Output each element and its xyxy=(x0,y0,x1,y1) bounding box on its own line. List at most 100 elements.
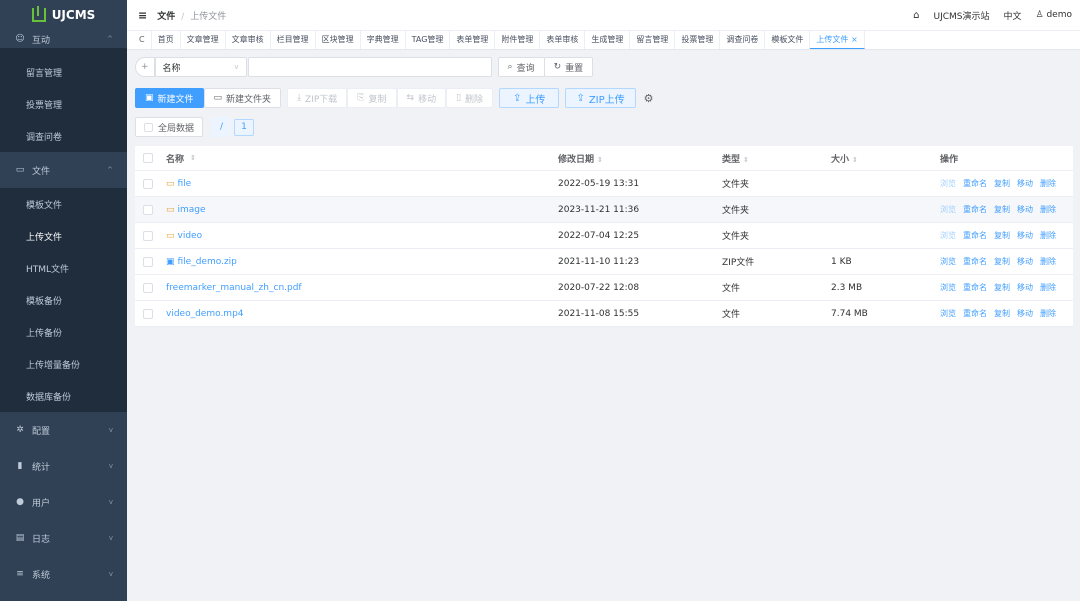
row-action[interactable]: 移动 xyxy=(1017,256,1033,267)
row-checkbox[interactable] xyxy=(143,282,153,293)
row-action[interactable]: 浏览 xyxy=(940,282,956,293)
row-checkbox[interactable] xyxy=(143,256,153,267)
row-action[interactable]: 重命名 xyxy=(963,282,987,293)
menu-group-file[interactable]: ▭ 文件 ^ xyxy=(0,152,127,188)
tab-form[interactable]: 表单管理 xyxy=(450,31,496,49)
search-input[interactable] xyxy=(247,57,492,77)
row-action[interactable]: 移动 xyxy=(1017,308,1033,319)
tab-attachment[interactable]: 附件管理 xyxy=(495,31,541,49)
sort-icon[interactable]: ⇕ xyxy=(597,156,603,164)
row-action[interactable]: 移动 xyxy=(1017,282,1033,293)
row-action[interactable]: 重命名 xyxy=(963,230,987,241)
hamburger-icon[interactable]: ≡ xyxy=(138,9,147,22)
breadcrumb-item[interactable]: 文件 xyxy=(157,12,175,22)
sidebar-item-survey[interactable]: 调查问卷 xyxy=(0,120,127,152)
path-page[interactable]: 1 xyxy=(234,118,254,136)
user-menu[interactable]: ♙ demo xyxy=(1036,10,1072,20)
row-action[interactable]: 删除 xyxy=(1040,256,1056,267)
sort-icon[interactable]: ⇕ xyxy=(852,156,858,164)
delete-button[interactable]: ▯ 删除 xyxy=(446,88,494,108)
site-link[interactable]: UJCMS演示站 xyxy=(933,9,989,22)
move-button[interactable]: ⇆ 移动 xyxy=(396,88,447,108)
row-action[interactable]: 浏览 xyxy=(940,178,956,189)
row-action[interactable]: 复制 xyxy=(994,308,1010,319)
copy-button[interactable]: ⎘ 复制 xyxy=(347,88,397,108)
file-name-cell[interactable]: ▭ video xyxy=(166,231,558,241)
close-icon[interactable]: × xyxy=(851,35,858,44)
file-name-cell[interactable]: video_demo.mp4 xyxy=(166,309,558,319)
sort-icon[interactable]: ⇕ xyxy=(190,154,196,162)
query-button[interactable]: ⌕ 查询 xyxy=(497,57,545,77)
tab-article-review[interactable]: 文章审核 xyxy=(226,31,271,49)
row-action[interactable]: 移动 xyxy=(1017,204,1033,215)
row-action[interactable]: 删除 xyxy=(1040,308,1056,319)
sidebar-item-vote[interactable]: 投票管理 xyxy=(0,88,127,120)
home-icon[interactable]: ⌂ xyxy=(913,10,919,21)
row-action[interactable]: 浏览 xyxy=(940,308,956,319)
upload-button[interactable]: ⇪ 上传 xyxy=(499,88,560,108)
menu-group-config[interactable]: ✲ 配置 v xyxy=(0,412,127,448)
row-checkbox[interactable] xyxy=(143,204,153,215)
file-name-cell[interactable]: ▭ image xyxy=(166,205,558,215)
sort-icon[interactable]: ⇕ xyxy=(743,156,749,164)
row-action[interactable]: 重命名 xyxy=(963,256,987,267)
file-name-cell[interactable]: ▣ file_demo.zip xyxy=(166,257,558,267)
row-checkbox[interactable] xyxy=(143,308,153,319)
new-file-button[interactable]: ▣ 新建文件 xyxy=(135,88,204,108)
menu-group-stats[interactable]: ▮ 统计 v xyxy=(0,448,127,484)
table-row[interactable]: ▣ file_demo.zip 2021-11-10 11:23 ZIP文件 1 KB 浏… xyxy=(135,249,1073,275)
row-action[interactable]: 浏览 xyxy=(940,230,956,241)
add-condition-button[interactable]: + xyxy=(135,57,155,77)
tab-channel[interactable]: 栏目管理 xyxy=(271,31,316,49)
row-action[interactable]: 删除 xyxy=(1040,282,1056,293)
tab-message[interactable]: 留言管理 xyxy=(630,31,676,49)
row-action[interactable]: 重命名 xyxy=(963,178,987,189)
tab-generate[interactable]: 生成管理 xyxy=(585,31,631,49)
sidebar-item-upload-file[interactable]: 上传文件 xyxy=(0,220,127,252)
tab-home[interactable]: 首页 xyxy=(152,31,181,49)
tab-survey[interactable]: 调查问卷 xyxy=(720,31,766,49)
path-root[interactable]: / xyxy=(211,117,233,137)
row-action[interactable]: 复制 xyxy=(994,256,1010,267)
col-size[interactable]: 大小 ⇕ xyxy=(831,152,940,165)
row-action[interactable]: 移动 xyxy=(1017,230,1033,241)
tab-block[interactable]: 区块管理 xyxy=(316,31,361,49)
zip-upload-button[interactable]: ⇪ ZIP上传 xyxy=(565,88,636,108)
menu-group-interact[interactable]: ☺ 互动 ^ xyxy=(0,30,127,48)
row-action[interactable]: 复制 xyxy=(994,230,1010,241)
reset-button[interactable]: ↻ 重置 xyxy=(543,57,594,77)
field-select[interactable]: 名称 v xyxy=(154,57,247,77)
row-action[interactable]: 重命名 xyxy=(963,204,987,215)
row-action[interactable]: 复制 xyxy=(994,204,1010,215)
sidebar-item-db-backup[interactable]: 数据库备份 xyxy=(0,380,127,412)
new-folder-button[interactable]: ▭ 新建文件夹 xyxy=(203,88,282,108)
select-all-checkbox[interactable] xyxy=(143,153,153,163)
menu-group-user[interactable]: ● 用户 v xyxy=(0,484,127,520)
file-name-cell[interactable]: ▭ file xyxy=(166,179,558,189)
row-action[interactable]: 复制 xyxy=(994,178,1010,189)
logo[interactable]: UJCMS xyxy=(0,0,127,30)
sidebar-item-template-backup[interactable]: 模板备份 xyxy=(0,284,127,316)
row-checkbox[interactable] xyxy=(143,230,153,241)
refresh-icon[interactable]: C xyxy=(133,31,152,49)
row-action[interactable]: 删除 xyxy=(1040,230,1056,241)
file-name-cell[interactable]: freemarker_manual_zh_cn.pdf xyxy=(166,283,558,293)
row-action[interactable]: 移动 xyxy=(1017,178,1033,189)
row-action[interactable]: 复制 xyxy=(994,282,1010,293)
zip-download-button[interactable]: ⤓ ZIP下载 xyxy=(287,88,348,108)
row-checkbox[interactable] xyxy=(143,178,153,189)
table-row[interactable]: ▭ image 2023-11-21 11:36 文件夹 浏览 重命名 复制 移动 删除 xyxy=(135,197,1073,223)
tab-form-review[interactable]: 表单审核 xyxy=(540,31,586,49)
sidebar-item-html-file[interactable]: HTML文件 xyxy=(0,252,127,284)
row-action[interactable]: 浏览 xyxy=(940,256,956,267)
sidebar-item-upload-incremental-backup[interactable]: 上传增量备份 xyxy=(0,348,127,380)
tab-upload-file[interactable]: 上传文件 × xyxy=(810,31,865,49)
col-date[interactable]: 修改日期 ⇕ xyxy=(558,152,722,165)
sidebar-item-upload-backup[interactable]: 上传备份 xyxy=(0,316,127,348)
row-action[interactable]: 浏览 xyxy=(940,204,956,215)
sidebar-item-message[interactable]: 留言管理 xyxy=(0,56,127,88)
tab-dict[interactable]: 字典管理 xyxy=(361,31,406,49)
tab-article[interactable]: 文章管理 xyxy=(181,31,226,49)
global-data-checkbox[interactable]: 全局数据 xyxy=(135,117,204,137)
row-action[interactable]: 删除 xyxy=(1040,178,1056,189)
